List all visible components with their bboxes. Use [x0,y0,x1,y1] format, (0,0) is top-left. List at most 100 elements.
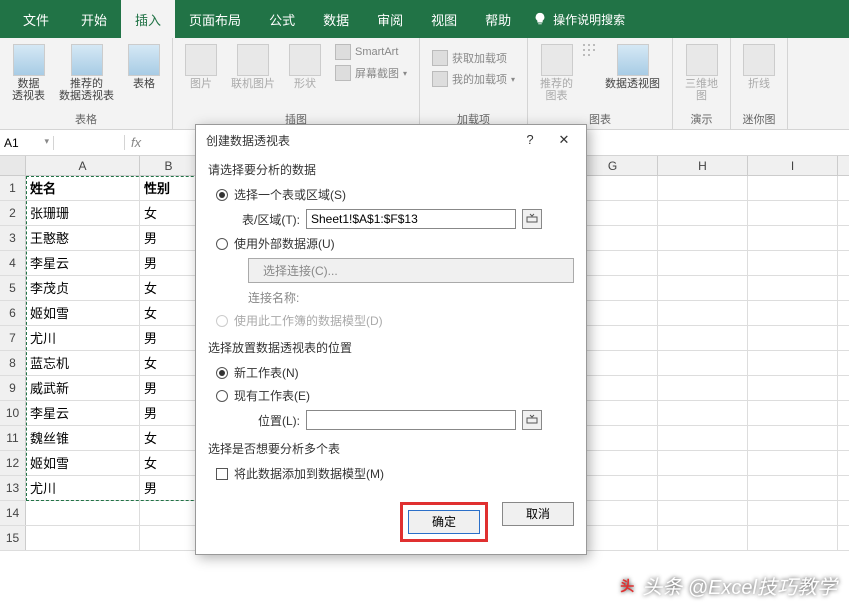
cell[interactable] [658,501,748,525]
line-chart-icon[interactable] [588,44,590,46]
pie-chart-icon[interactable] [593,44,595,46]
cell[interactable] [658,401,748,425]
row-header[interactable]: 4 [0,251,26,275]
tab-insert[interactable]: 插入 [121,0,175,39]
table-button[interactable]: 表格 [124,42,164,92]
row-header[interactable]: 12 [0,451,26,475]
cell[interactable] [658,251,748,275]
cell[interactable]: 魏丝锥 [26,426,140,450]
cell[interactable] [748,501,838,525]
scatter-chart-icon[interactable] [588,49,590,51]
cell[interactable] [748,526,838,550]
tab-home[interactable]: 开始 [67,0,121,39]
cell[interactable] [658,176,748,200]
cell[interactable] [658,226,748,250]
cell[interactable] [658,301,748,325]
row-header[interactable]: 1 [0,176,26,200]
cell[interactable] [658,451,748,475]
tab-formulas[interactable]: 公式 [255,0,309,39]
ok-button[interactable]: 确定 [408,510,480,534]
row-header[interactable]: 7 [0,326,26,350]
cell[interactable]: 男 [140,476,198,500]
sparkline-button[interactable]: 折线 [739,42,779,92]
cell[interactable] [658,476,748,500]
bar-chart-icon[interactable] [583,44,585,46]
shapes-button[interactable]: 形状 [285,42,325,92]
cell[interactable] [748,301,838,325]
cell[interactable] [748,451,838,475]
cell[interactable] [748,326,838,350]
hist-chart-icon[interactable] [583,49,585,51]
cell[interactable]: 尤川 [26,476,140,500]
cell[interactable]: 姓名 [26,176,140,200]
cell[interactable] [748,276,838,300]
tell-me-search[interactable]: 操作说明搜索 [533,11,625,28]
tab-data[interactable]: 数据 [309,0,363,39]
range-input[interactable] [306,209,516,229]
cell[interactable]: 女 [140,426,198,450]
row-header[interactable]: 14 [0,501,26,525]
name-box[interactable]: A1▾ [0,136,54,150]
col-header-B[interactable]: B [140,156,198,175]
3dmap-button[interactable]: 三维地图 [681,42,722,104]
cell[interactable]: 女 [140,351,198,375]
cell[interactable]: 男 [140,251,198,275]
tab-help[interactable]: 帮助 [471,0,525,39]
pivot-table-button[interactable]: 数据透视表 [8,42,49,104]
recommended-pivot-button[interactable]: 推荐的数据透视表 [55,42,118,104]
cell[interactable]: 男 [140,326,198,350]
tab-file[interactable]: 文件 [5,0,67,39]
cell[interactable]: 男 [140,401,198,425]
select-all-corner[interactable] [0,156,26,175]
pivot-chart-button[interactable]: 数据透视图 [601,42,664,92]
cell[interactable] [748,351,838,375]
row-header[interactable]: 15 [0,526,26,550]
cell[interactable]: 蓝忘机 [26,351,140,375]
row-header[interactable]: 9 [0,376,26,400]
cell[interactable] [748,176,838,200]
cell[interactable]: 女 [140,451,198,475]
row-header[interactable]: 8 [0,351,26,375]
cell[interactable]: 女 [140,276,198,300]
radio-select-range[interactable]: 选择一个表或区域(S) [216,186,574,203]
cell[interactable]: 女 [140,201,198,225]
recommended-charts-button[interactable]: 推荐的图表 [536,42,577,104]
cell[interactable]: 李星云 [26,401,140,425]
cell[interactable] [748,201,838,225]
cell[interactable] [658,376,748,400]
cell[interactable]: 李星云 [26,251,140,275]
cell[interactable]: 男 [140,226,198,250]
cell[interactable] [658,201,748,225]
combo-chart-icon[interactable] [588,54,590,56]
cell[interactable] [140,501,198,525]
tab-view[interactable]: 视图 [417,0,471,39]
location-input[interactable] [306,410,516,430]
row-header[interactable]: 11 [0,426,26,450]
cell[interactable] [658,276,748,300]
row-header[interactable]: 5 [0,276,26,300]
cell[interactable]: 姬如雪 [26,451,140,475]
cell[interactable]: 李茂贞 [26,276,140,300]
cell[interactable] [748,401,838,425]
cell[interactable] [748,476,838,500]
cell[interactable]: 女 [140,301,198,325]
cell[interactable]: 男 [140,376,198,400]
radio-existing-worksheet[interactable]: 现有工作表(E) [216,387,574,404]
dialog-titlebar[interactable]: 创建数据透视表 ? ✕ [196,125,586,155]
cell[interactable] [658,426,748,450]
col-header-A[interactable]: A [26,156,140,175]
cell[interactable] [748,376,838,400]
radio-new-worksheet[interactable]: 新工作表(N) [216,364,574,381]
cell[interactable] [658,326,748,350]
col-header-I[interactable]: I [748,156,838,175]
cell[interactable] [748,226,838,250]
cell[interactable] [140,526,198,550]
online-picture-button[interactable]: 联机图片 [227,42,279,92]
cell[interactable]: 姬如雪 [26,301,140,325]
tab-layout[interactable]: 页面布局 [175,0,255,39]
cell[interactable]: 王憨憨 [26,226,140,250]
checkbox-add-datamodel[interactable]: 将此数据添加到数据模型(M) [216,465,574,482]
cell[interactable]: 性别 [140,176,198,200]
cell[interactable] [26,501,140,525]
cell[interactable]: 威武新 [26,376,140,400]
